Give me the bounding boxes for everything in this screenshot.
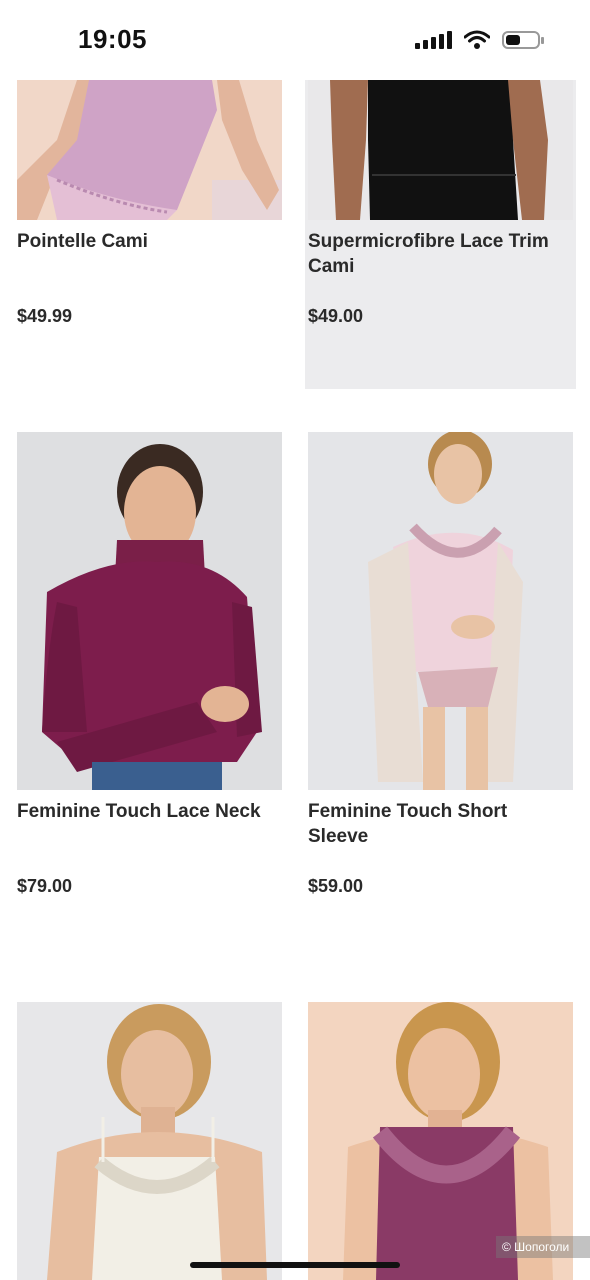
product-name[interactable]: Pointelle Cami (17, 229, 279, 254)
product-image[interactable] (17, 80, 282, 220)
product-price: $79.00 (17, 876, 73, 896)
battery-icon (502, 31, 544, 49)
wifi-icon (464, 30, 490, 49)
home-indicator[interactable] (190, 1262, 400, 1268)
signal-icon (415, 31, 452, 49)
product-name[interactable]: Feminine Touch Short Sleeve (308, 799, 570, 849)
product-name[interactable]: Supermicrofibre Lace Trim Cami (308, 229, 570, 279)
product-price: $49.00 (308, 306, 364, 326)
product-image[interactable] (308, 80, 573, 220)
product-image[interactable] (308, 432, 573, 790)
status-bar: 19:05 (0, 0, 590, 80)
product-image[interactable] (17, 432, 282, 790)
status-icons (415, 28, 544, 52)
product-price: $59.00 (308, 876, 364, 896)
product-grid: Pointelle Cami $49.99 Supermicrofibre La… (0, 0, 590, 1280)
product-name[interactable]: Feminine Touch Lace Neck (17, 799, 279, 824)
product-price: $49.99 (17, 306, 73, 326)
product-image[interactable] (17, 1002, 282, 1280)
status-time: 19:05 (78, 24, 147, 54)
watermark: © Шопоголи (496, 1236, 590, 1258)
